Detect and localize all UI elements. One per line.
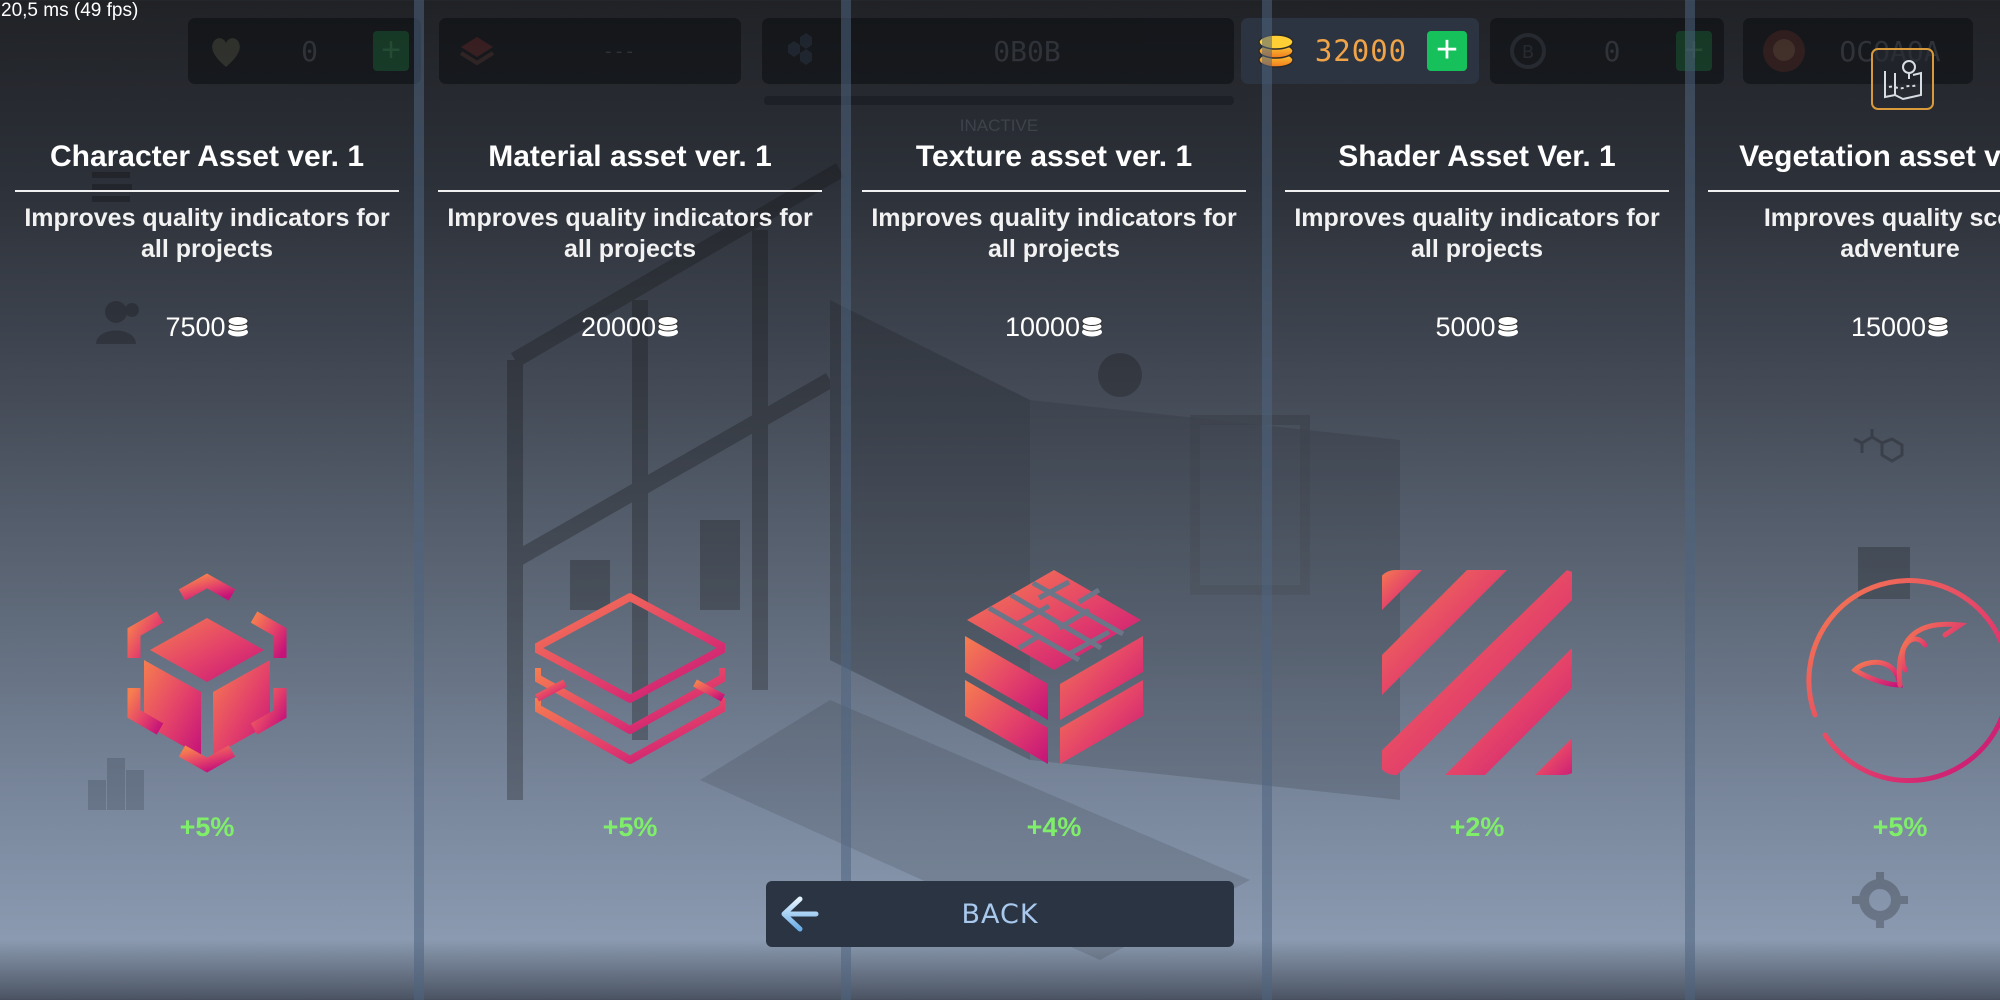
price-value: 7500 (165, 312, 226, 342)
card-bonus: +4% (1026, 812, 1082, 842)
card-description: Improves quality indicators for all proj… (1294, 204, 1660, 263)
card-title: Character Asset ver. 1 (49, 140, 365, 173)
asset-card-texture[interactable]: Texture asset ver. 1 Improves quality in… (849, 0, 1259, 1000)
price-value: 15000 (1850, 312, 1927, 342)
price-value: 10000 (1004, 312, 1081, 342)
card-title: Texture asset ver. 1 (915, 140, 1193, 173)
coin-icon (227, 316, 249, 337)
card-price: 7500 (2, 312, 412, 343)
asset-card-material[interactable]: Material asset ver. 1 Improves quality i… (425, 0, 835, 1000)
coin-icon (657, 316, 679, 337)
price-value: 20000 (580, 312, 657, 342)
back-button-label: BACK (961, 898, 1039, 930)
sprout-icon (1806, 578, 2000, 784)
card-bonus: +5% (1872, 812, 1928, 842)
price-value: 5000 (1435, 312, 1496, 342)
card-bonus: +5% (602, 812, 658, 842)
title-divider (15, 190, 399, 192)
card-title: Material asset ver. 1 (488, 140, 772, 173)
card-description: Improves quality indicators for all proj… (447, 204, 813, 263)
column-divider (1685, 0, 1695, 1000)
card-price: 5000 (1272, 312, 1682, 343)
card-price: 10000 (849, 312, 1259, 343)
title-divider (862, 190, 1246, 192)
card-title: Vegetation asset ver. 1 (1739, 140, 2000, 173)
arrow-left-icon (781, 896, 819, 932)
card-description: Improves quality indicators for all proj… (24, 204, 390, 263)
card-description: Improves quality indicators for all proj… (871, 204, 1237, 263)
diagonal-stripes-icon (1382, 570, 1572, 775)
coin-icon (1497, 316, 1519, 337)
column-divider (414, 0, 424, 1000)
coin-icon (1081, 316, 1103, 337)
title-divider (1708, 190, 2000, 192)
card-title: Shader Asset Ver. 1 (1338, 140, 1616, 173)
card-bonus: +5% (179, 812, 235, 842)
column-divider (1262, 0, 1272, 1000)
card-price: 20000 (425, 312, 835, 343)
card-description: Improves quality score adventure (1763, 204, 2000, 263)
coin-icon (1927, 316, 1949, 337)
title-divider (438, 190, 822, 192)
title-divider (1285, 190, 1669, 192)
asset-card-vegetation[interactable]: Vegetation asset ver. 1 Improves quality… (1695, 0, 2000, 1000)
card-bonus: +2% (1449, 812, 1505, 842)
cube-icon (127, 573, 287, 773)
layers-stack-icon (535, 593, 725, 764)
card-price: 15000 (1695, 312, 2000, 343)
brick-cube-icon (965, 570, 1143, 764)
asset-card-character[interactable]: Character Asset ver. 1 Improves quality … (2, 0, 412, 1000)
asset-card-shader[interactable]: Shader Asset Ver. 1 Improves quality ind… (1272, 0, 1682, 1000)
back-button[interactable]: BACK (766, 881, 1234, 947)
